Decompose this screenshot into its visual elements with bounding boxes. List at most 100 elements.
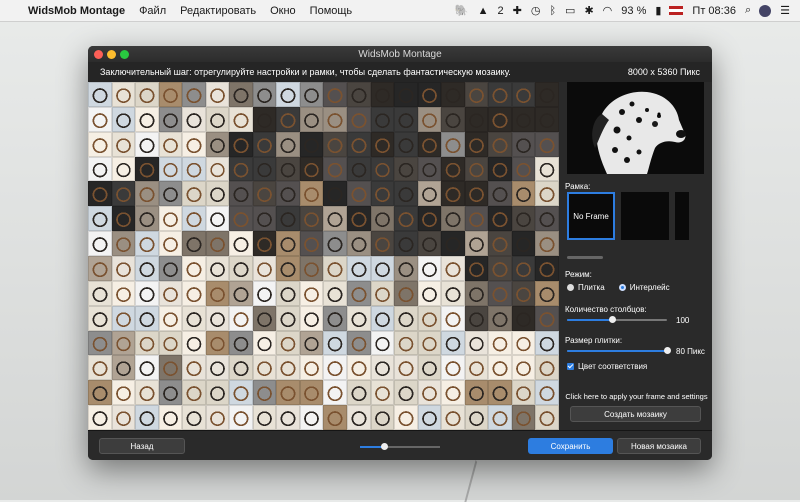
wifi-icon[interactable]: ◠	[603, 4, 613, 17]
mode-interlace-radio[interactable]	[618, 284, 626, 291]
mosaic-tile	[441, 380, 465, 406]
mosaic-tile	[323, 380, 348, 406]
mosaic-tile	[323, 156, 348, 182]
mosaic-tile	[182, 305, 206, 331]
battery-icon[interactable]: ▮	[655, 4, 661, 17]
mosaic-tile	[182, 231, 206, 256]
mosaic-tile	[511, 82, 536, 107]
mosaic-tile	[182, 156, 206, 182]
mosaic-tile	[417, 106, 442, 132]
close-window-icon[interactable]	[94, 49, 103, 59]
mosaic-tile	[88, 106, 112, 132]
mosaic-tile	[88, 280, 112, 306]
menu-edit[interactable]: Редактировать	[180, 5, 256, 17]
background-cable	[464, 460, 538, 502]
mode-option-interlace[interactable]: Интерлейс	[618, 283, 670, 292]
create-mosaic-button[interactable]: Создать мозаику	[570, 406, 701, 422]
user-avatar-icon[interactable]	[759, 4, 772, 17]
mosaic-tile	[394, 206, 418, 232]
bluetooth-icon[interactable]: ᛒ	[549, 5, 556, 17]
mosaic-tile	[347, 231, 371, 256]
mosaic-tile	[252, 231, 277, 256]
columns-slider-knob[interactable]	[609, 316, 616, 323]
mosaic-tile	[511, 106, 536, 132]
fullscreen-window-icon[interactable]	[120, 49, 129, 59]
tile-size-slider[interactable]	[567, 346, 671, 356]
mosaic-tile	[464, 181, 489, 207]
mosaic-tile	[111, 405, 136, 430]
mosaic-tile	[276, 305, 300, 331]
evernote-icon[interactable]: 🐘	[455, 4, 469, 17]
mosaic-tile	[135, 355, 159, 381]
mosaic-tile	[394, 280, 418, 306]
mode-tile-radio[interactable]	[567, 284, 574, 291]
mosaic-tile	[158, 231, 183, 256]
menu-window[interactable]: Окно	[270, 5, 296, 17]
mosaic-tile	[441, 231, 465, 256]
frame-option-3[interactable]	[675, 192, 689, 240]
mosaic-tile	[370, 181, 395, 207]
mosaic-tile	[488, 206, 512, 232]
keyboard-icon[interactable]: ▭	[565, 4, 575, 17]
mode-option-tile[interactable]: Плитка	[567, 283, 605, 292]
mosaic-tile	[394, 231, 418, 256]
flag-icon[interactable]	[669, 6, 684, 15]
mosaic-tile	[88, 82, 112, 107]
plus-icon[interactable]: ✚	[513, 4, 522, 17]
title-bar[interactable]: WidsMob Montage	[88, 46, 712, 62]
mosaic-tile	[276, 181, 300, 207]
frame-option-none[interactable]: No Frame	[567, 192, 615, 240]
menu-app-name[interactable]: WidsMob Montage	[28, 5, 125, 17]
mosaic-tile	[441, 280, 465, 306]
menu-file[interactable]: Файл	[139, 5, 166, 17]
mosaic-tile	[158, 305, 183, 331]
mosaic-tile	[394, 380, 418, 406]
frame-scrollbar[interactable]	[567, 256, 603, 259]
mosaic-tile	[252, 380, 277, 406]
save-button[interactable]: Сохранить	[528, 438, 613, 454]
mosaic-tile	[111, 206, 136, 232]
frame-option-2[interactable]	[621, 192, 669, 240]
clock[interactable]: Пт 08:36	[692, 5, 736, 17]
mosaic-tile	[252, 355, 277, 381]
dalmatian-image	[567, 82, 704, 174]
search-icon[interactable]: ⌕	[745, 4, 751, 17]
columns-slider[interactable]	[567, 315, 667, 325]
mosaic-tile	[88, 206, 112, 232]
mosaic-tile	[158, 280, 183, 306]
color-match-row[interactable]: Цвет соответствия	[567, 362, 647, 371]
mosaic-tile	[205, 156, 230, 182]
new-mosaic-button[interactable]: Новая мозаика	[617, 438, 701, 454]
frame-selector: No Frame	[567, 192, 695, 240]
mosaic-tile	[182, 181, 206, 207]
mosaic-tile	[370, 206, 395, 232]
mosaic-tile	[158, 156, 183, 182]
mosaic-tile	[205, 330, 230, 356]
mode-tile-label: Плитка	[578, 283, 605, 292]
star-icon[interactable]: ✱	[584, 4, 593, 17]
mosaic-tile	[370, 305, 395, 331]
zoom-slider[interactable]	[360, 443, 440, 450]
mosaic-tile	[276, 355, 300, 381]
zoom-slider-knob[interactable]	[381, 443, 388, 450]
minimize-window-icon[interactable]	[107, 49, 116, 59]
mosaic-tile	[182, 256, 206, 281]
mosaic-tile	[347, 256, 371, 281]
back-button[interactable]: Назад	[99, 438, 185, 454]
mosaic-tile	[299, 280, 324, 306]
tile-size-slider-knob[interactable]	[664, 347, 671, 354]
mosaic-tile	[111, 181, 136, 207]
mosaic-tile	[464, 206, 489, 232]
menu-help[interactable]: Помощь	[310, 5, 353, 17]
color-match-checkbox[interactable]	[567, 363, 574, 370]
mosaic-tile	[252, 156, 277, 182]
mosaic-tile	[417, 280, 442, 306]
battery-percent[interactable]: 93 %	[621, 5, 646, 17]
adobe-icon[interactable]: ▲	[478, 5, 489, 17]
mosaic-tile	[441, 106, 465, 132]
mosaic-tile	[488, 280, 512, 306]
mosaic-preview[interactable]	[88, 82, 559, 430]
time-machine-icon[interactable]: ◷	[531, 4, 541, 17]
menu-list-icon[interactable]: ☰	[780, 4, 790, 17]
mosaic-tile	[488, 181, 512, 207]
